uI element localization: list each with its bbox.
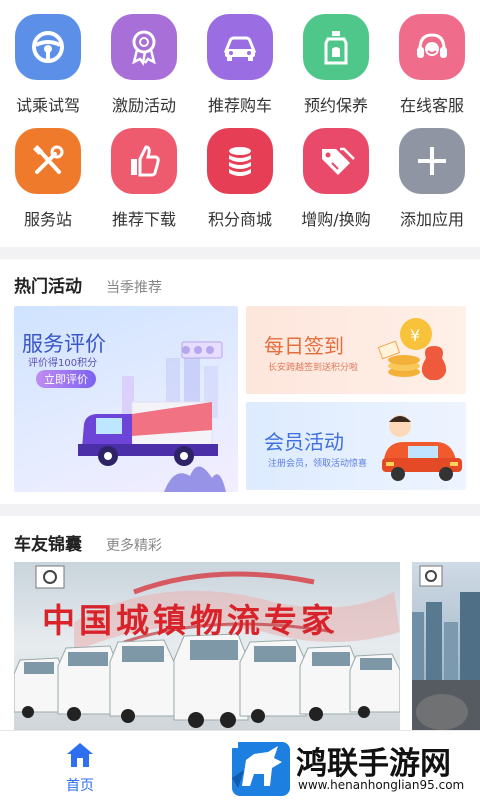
shortcut-label: 服务站 [23,210,72,229]
watermark-title: 鸿联手游网 [296,746,451,782]
shortcut-label: 在线客服 [399,96,464,115]
next-banner-peek[interactable] [412,562,480,730]
coins-stack-icon [207,128,273,194]
card-description: 注册会员，领取活动惊喜 [268,459,368,469]
car-icon [207,14,273,80]
section-subtitle[interactable]: 当季推荐 [106,277,162,297]
shortcut-label: 预约保养 [303,96,368,115]
coins-illustration: ¥ [377,318,447,380]
hot-activities-header: 热门活动 当季推荐 [14,272,162,297]
daily-sign-in-card[interactable]: 每日签到 长安跨越签到送积分啦 ¥ [246,306,466,394]
card-description: 长安跨越签到送积分啦 [268,363,359,373]
shortcut-incentive[interactable]: 激励活动 [96,14,192,116]
shortcut-label: 推荐下载 [111,210,176,229]
card-title: 每日签到 [264,334,344,358]
logistics-banner[interactable]: 中国城镇物流专家 [14,562,400,730]
home-icon [67,743,93,767]
tab-home[interactable]: 首页 [54,741,106,795]
member-activity-card[interactable]: 会员活动 注册会员，领取活动惊喜 [246,402,466,490]
shortcut-label: 激励活动 [111,96,176,115]
tags-icon [303,128,369,194]
watermark-logo-icon [228,738,290,796]
section-title: 车友锦囊 [14,535,82,555]
shortcut-label: 推荐购车 [207,96,272,115]
shortcut-add-app[interactable]: 添加应用 [384,128,480,230]
section-divider [0,504,480,516]
banner-artwork [14,565,400,728]
section-divider [0,247,480,259]
shortcut-label: 增购/换购 [301,210,371,229]
tab-home-label: 首页 [66,778,94,794]
shortcut-maintenance[interactable]: 预约保养 [288,14,384,116]
section-title: 热门活动 [14,277,82,297]
shortcut-online-service[interactable]: 在线客服 [384,14,480,116]
steering-wheel-icon [15,14,81,80]
banner-title: 中国城镇物流专家 [42,601,338,640]
site-watermark: 鸿联手游网 www.henanhonglian95.com [228,738,480,800]
headset-icon [399,14,465,80]
shortcut-recommend-download[interactable]: 推荐下载 [96,128,192,230]
section-subtitle[interactable]: 更多精彩 [106,535,162,555]
shortcut-test-drive[interactable]: 试乘试驾 [0,14,96,116]
city-artwork [412,565,480,730]
svg-text:¥: ¥ [410,326,420,345]
shortcut-grid: 试乘试驾 激励活动 推荐购车 预约保养 在线客服 服务站 推荐下载 积分商城 增… [0,0,480,240]
shortcut-recommend-car[interactable]: 推荐购车 [192,14,288,116]
shortcut-trade-in[interactable]: 增购/换购 [288,128,384,230]
car-friends-header: 车友锦囊 更多精彩 [14,530,162,555]
service-review-card[interactable]: 服务评价 评价得100积分 立即评价 [14,306,238,492]
plus-icon [399,128,465,194]
shortcut-label: 试乘试驾 [15,96,80,115]
award-ribbon-icon [111,14,177,80]
shortcut-label: 积分商城 [207,210,272,229]
driver-car-illustration [382,415,462,481]
shortcut-service-station[interactable]: 服务站 [0,128,96,230]
shortcut-label: 添加应用 [399,210,464,229]
shortcut-points-mall[interactable]: 积分商城 [192,128,288,230]
watermark-url: www.henanhonglian95.com [298,778,465,792]
thumbs-up-icon [111,128,177,194]
tools-icon [15,128,81,194]
card-title: 会员活动 [264,430,344,454]
truck-illustration [78,341,226,492]
oil-bottle-icon [303,14,369,80]
